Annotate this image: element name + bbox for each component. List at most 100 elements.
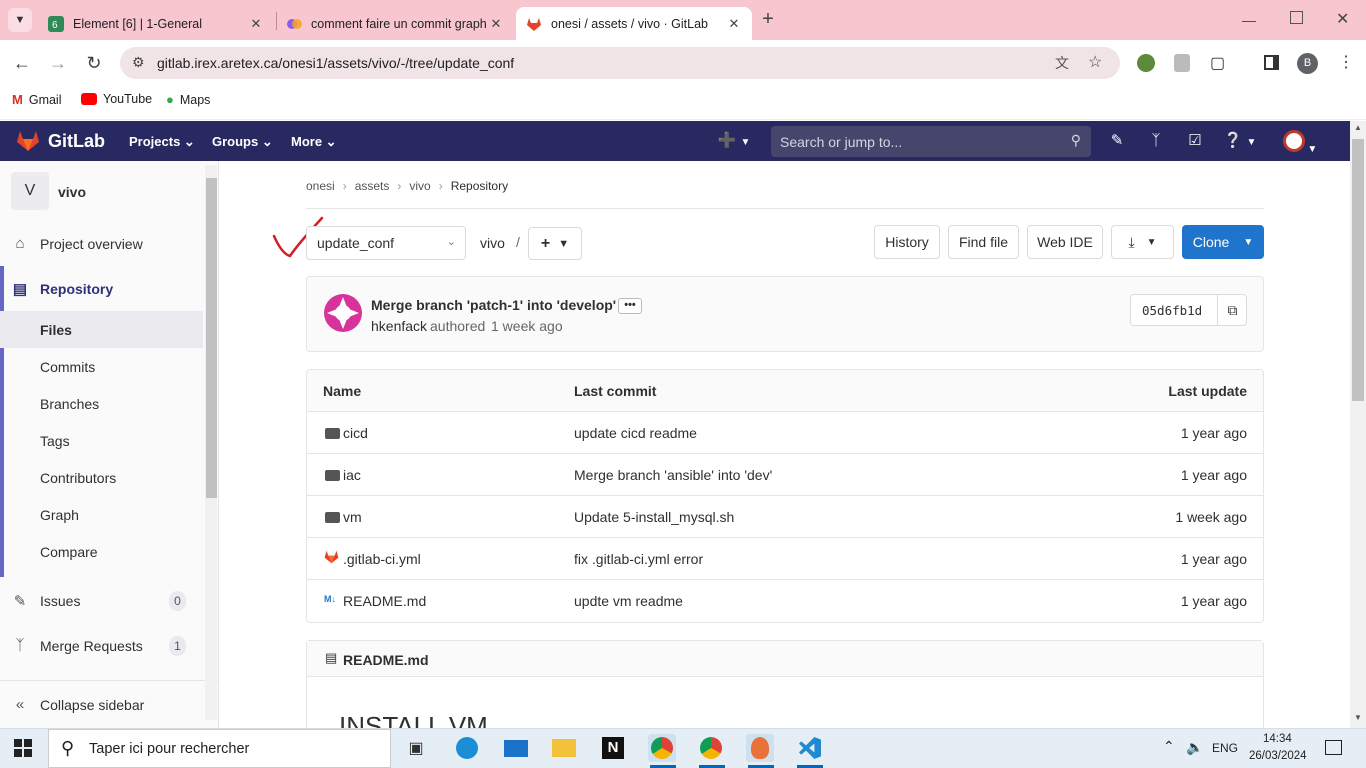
table-row[interactable]: iac Merge branch 'ansible' into 'dev' 1 … [307, 454, 1263, 496]
site-info-icon[interactable]: ⚙ [132, 54, 145, 71]
scroll-down-arrow[interactable]: ▼ [1354, 713, 1362, 722]
bookmark-star-icon[interactable]: ☆ [1088, 52, 1102, 72]
file-commit[interactable]: Merge branch 'ansible' into 'dev' [574, 467, 772, 483]
bookmark-maps[interactable]: ● Maps [166, 92, 210, 107]
history-button[interactable]: History [874, 225, 940, 259]
scroll-up-arrow[interactable]: ▲ [1354, 123, 1362, 132]
clock-date[interactable]: 26/03/2024 [1249, 750, 1307, 762]
forward-arrow-icon[interactable]: → [47, 52, 69, 74]
translate-icon[interactable]: 文 [1055, 53, 1069, 73]
file-commit[interactable]: fix .gitlab-ci.yml error [574, 551, 703, 567]
browser-tab-copilot[interactable]: comment faire un commit graph ✕ [276, 7, 514, 40]
task-view-icon[interactable]: ▣ [402, 734, 430, 762]
file-commit[interactable]: update cicd readme [574, 425, 697, 441]
sidebar-item-tags[interactable]: Tags [0, 422, 203, 459]
table-row[interactable]: cicd update cicd readme 1 year ago [307, 412, 1263, 454]
sidebar-item-graph[interactable]: Graph [0, 496, 203, 533]
back-arrow-icon[interactable]: ← [11, 52, 33, 74]
sidebar-scrollbar-thumb[interactable] [206, 178, 217, 498]
issues-icon[interactable]: ✎ [1106, 130, 1128, 152]
sidebar-item-commits[interactable]: Commits [0, 348, 203, 385]
browser-tab-gitlab[interactable]: onesi / assets / vivo · GitLab ✕ [516, 7, 752, 40]
file-commit[interactable]: Update 5-install_mysql.sh [574, 509, 734, 525]
sidebar-item-branches[interactable]: Branches [0, 385, 203, 422]
chrome-icon[interactable] [697, 734, 725, 762]
restore-icon[interactable] [1290, 11, 1303, 24]
close-icon[interactable]: ✕ [488, 16, 504, 32]
sidebar-item-contributors[interactable]: Contributors [0, 459, 203, 496]
breadcrumb-assets[interactable]: assets [355, 179, 390, 193]
window-close-icon[interactable]: ✕ [1336, 9, 1349, 29]
vscode-icon[interactable] [796, 734, 824, 762]
more-menu[interactable]: More ⌄ [291, 134, 337, 150]
clock-time[interactable]: 14:34 [1263, 733, 1292, 745]
browser-tab-element[interactable]: 6 Element [6] | 1-General ✕ [38, 7, 274, 40]
help-icon[interactable]: ❔ ▼ [1222, 130, 1258, 152]
table-row[interactable]: vm Update 5-install_mysql.sh 1 week ago [307, 496, 1263, 538]
extension-icon[interactable] [1174, 54, 1190, 72]
new-item-icon[interactable]: ➕ ▼ [715, 130, 753, 152]
chrome-icon[interactable] [648, 734, 676, 762]
side-panel-icon[interactable] [1264, 55, 1279, 70]
close-icon[interactable]: ✕ [726, 16, 742, 32]
page-scrollbar[interactable]: ▲ ▼ [1350, 121, 1366, 728]
close-icon[interactable]: ✕ [248, 16, 264, 32]
web-ide-button[interactable]: Web IDE [1027, 225, 1103, 259]
expand-commit-button[interactable]: ••• [618, 298, 642, 314]
file-commit[interactable]: updte vm readme [574, 593, 683, 609]
add-to-tree-button[interactable]: + ▼ [528, 227, 582, 260]
commit-author[interactable]: hkenfack [371, 318, 427, 334]
groups-menu[interactable]: Groups ⌄ [212, 134, 273, 150]
volume-muted-icon[interactable]: 🔈 [1186, 739, 1203, 756]
edge-icon[interactable] [453, 734, 481, 762]
reload-icon[interactable]: ↻ [83, 52, 105, 74]
project-avatar[interactable]: V [11, 172, 49, 210]
commit-sha[interactable]: 05d6fb1d ⧉ [1130, 294, 1247, 326]
omnibox[interactable]: ⚙ gitlab.irex.aretex.ca/onesi1/assets/vi… [120, 47, 1120, 79]
gitlab-logo[interactable]: GitLab [16, 130, 105, 152]
breadcrumb-repository[interactable]: Repository [451, 179, 508, 193]
project-name[interactable]: vivo [58, 184, 86, 200]
table-row[interactable]: M↓ README.md updte vm readme 1 year ago [307, 580, 1263, 622]
table-row[interactable]: .gitlab-ci.yml fix .gitlab-ci.yml error … [307, 538, 1263, 580]
sidebar-item-repository[interactable]: ▤ Repository [0, 270, 203, 307]
user-avatar[interactable]: ▼ [1278, 130, 1322, 155]
minimize-icon[interactable]: — [1242, 12, 1258, 28]
taskbar-search-input[interactable]: ⚲ Taper ici pour rechercher [48, 729, 391, 768]
breadcrumb-onesi[interactable]: onesi [306, 179, 335, 193]
file-name[interactable]: cicd [343, 425, 368, 441]
kebab-menu-icon[interactable]: ⋮ [1338, 52, 1354, 72]
puzzle-icon[interactable]: ▢ [1210, 53, 1225, 73]
tab-search-button[interactable]: ▼ [8, 8, 32, 32]
sidebar-item-project-overview[interactable]: ⌂ Project overview [0, 225, 203, 262]
author-avatar[interactable] [323, 293, 363, 333]
breadcrumb-vivo[interactable]: vivo [409, 179, 430, 193]
mail-icon[interactable] [502, 734, 530, 762]
windows-start-icon[interactable] [14, 739, 32, 757]
notion-icon[interactable]: N [599, 734, 627, 762]
path-root-link[interactable]: vivo [480, 235, 505, 251]
collapse-sidebar-button[interactable]: « Collapse sidebar [0, 686, 203, 723]
file-name[interactable]: vm [343, 509, 362, 525]
search-input[interactable]: Search or jump to... ⚲ [771, 126, 1091, 157]
clone-button[interactable]: Clone ▼ [1182, 225, 1264, 259]
readme-filename[interactable]: README.md [343, 652, 429, 668]
extension-icon[interactable] [1137, 54, 1155, 72]
bookmark-youtube[interactable]: YouTube [81, 92, 152, 106]
commit-message[interactable]: Merge branch 'patch-1' into 'develop' [371, 297, 616, 313]
paint-icon[interactable] [746, 734, 774, 762]
copy-icon[interactable]: ⧉ [1217, 295, 1247, 325]
sidebar-item-compare[interactable]: Compare [0, 533, 203, 570]
file-name[interactable]: README.md [343, 593, 426, 609]
sidebar-item-files[interactable]: Files [0, 311, 203, 348]
download-button[interactable]: ⤓ ▼ [1111, 225, 1174, 259]
todo-icon[interactable]: ☑ [1184, 130, 1206, 152]
file-name[interactable]: iac [343, 467, 361, 483]
bookmark-gmail[interactable]: M Gmail [12, 92, 62, 107]
language-indicator[interactable]: ENG [1212, 741, 1238, 755]
branch-selector[interactable]: update_conf ⌄ [306, 226, 466, 260]
find-file-button[interactable]: Find file [948, 225, 1019, 259]
profile-avatar[interactable]: B [1297, 53, 1318, 74]
projects-menu[interactable]: Projects ⌄ [129, 134, 195, 150]
new-tab-button[interactable]: + [758, 9, 778, 29]
